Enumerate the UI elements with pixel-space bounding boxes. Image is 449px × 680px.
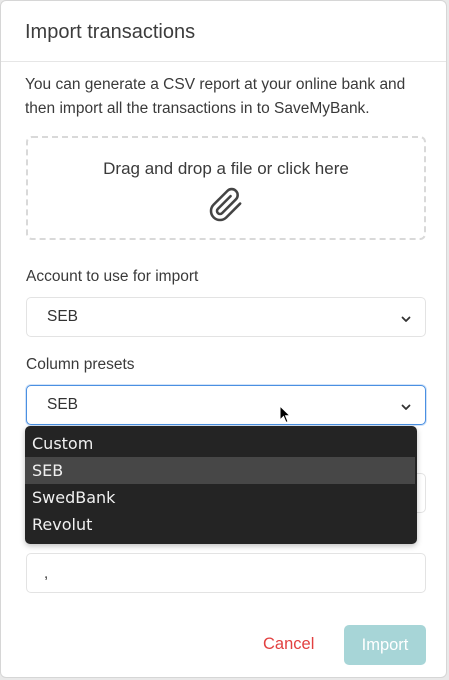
column-presets-select-value: SEB [47,396,79,413]
cancel-button[interactable]: Cancel [263,635,314,654]
preset-option-revolut[interactable]: Revolut [25,511,417,538]
preset-option-swedbank[interactable]: SwedBank [25,484,417,511]
account-select-value: SEB [47,308,79,325]
chevron-down-icon [401,316,411,322]
modal-title: Import transactions [25,21,196,43]
account-select[interactable]: SEB [26,297,426,337]
file-dropzone[interactable]: Drag and drop a file or click here [26,136,426,240]
dropzone-text: Drag and drop a file or click here [103,159,349,178]
column-presets-dropdown: Custom SEB SwedBank Revolut [25,426,417,544]
column-presets-select[interactable]: SEB [26,385,426,425]
account-label: Account to use for import [26,268,199,285]
import-button[interactable]: Import [344,625,426,665]
chevron-down-icon [401,404,411,410]
delimiter-input[interactable] [26,553,426,593]
mouse-pointer-icon [279,405,291,424]
preset-option-seb[interactable]: SEB [25,457,415,484]
column-presets-label: Column presets [26,356,135,373]
paperclip-icon [209,187,242,222]
header-divider [1,61,446,62]
modal-description: You can generate a CSV report at your on… [25,76,406,117]
import-transactions-modal: Import transactions You can generate a C… [0,0,447,678]
preset-option-custom[interactable]: Custom [25,430,417,457]
